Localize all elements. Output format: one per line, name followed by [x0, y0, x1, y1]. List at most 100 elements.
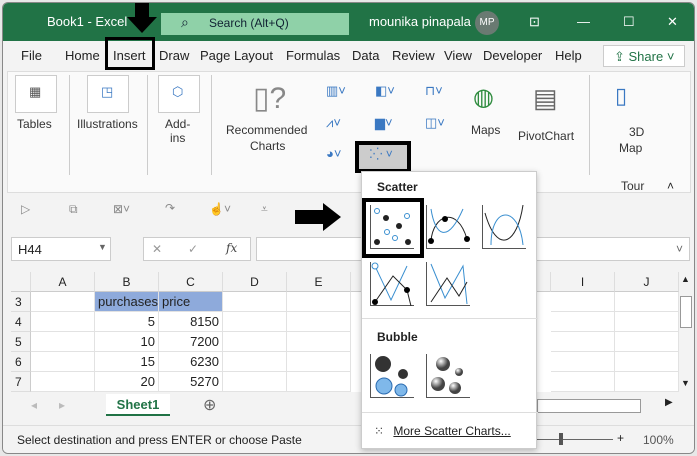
hierarchy-chart-icon[interactable]: ◧˅ [375, 83, 395, 99]
cell-c[interactable]: 7200 [159, 332, 223, 352]
cell-i[interactable] [551, 332, 615, 352]
column-header-i[interactable]: I [551, 272, 615, 292]
column-chart-icon[interactable]: ▥˅ [326, 83, 346, 99]
cell-c[interactable]: 8150 [159, 312, 223, 332]
cell-e[interactable] [287, 372, 351, 392]
tab-data[interactable]: Data [352, 48, 379, 63]
maps-label[interactable]: Maps [471, 123, 500, 137]
cell-a[interactable] [31, 372, 95, 392]
zoom-in-icon[interactable]: + [617, 431, 624, 445]
collapse-ribbon-icon[interactable]: ˄ [667, 179, 674, 193]
scatter-smooth-lines-option[interactable] [482, 204, 526, 249]
row-header[interactable]: 6 [11, 352, 31, 372]
combo-chart-icon[interactable]: ◫˅ [425, 115, 445, 131]
cell-d[interactable] [223, 332, 287, 352]
cell-b[interactable]: purchases [95, 292, 159, 312]
pie-chart-icon[interactable]: ◕˅ [326, 146, 341, 161]
customize-qat-icon[interactable]: ⩡ [261, 202, 268, 217]
pivotchart-icon[interactable]: ▤ [533, 83, 558, 114]
scroll-up-icon[interactable]: ▲ [681, 274, 690, 284]
tab-help[interactable]: Help [555, 48, 582, 63]
zoom-slider-thumb[interactable] [559, 433, 563, 445]
tables-button[interactable]: ▦ [15, 75, 57, 113]
scatter-chart-button[interactable]: ⁚⁛ ˅ [355, 141, 411, 173]
scroll-down-icon[interactable]: ▼ [681, 378, 690, 388]
tab-developer[interactable]: Developer [483, 48, 542, 63]
bubble-option[interactable] [370, 354, 414, 398]
cell-e[interactable] [287, 332, 351, 352]
picture-icon[interactable]: ⊠˅ [113, 202, 130, 216]
maximize-icon[interactable]: ☐ [623, 14, 635, 30]
row-header[interactable]: 5 [11, 332, 31, 352]
cell-j[interactable] [615, 352, 679, 372]
cell-b[interactable]: 10 [95, 332, 159, 352]
send-icon[interactable]: ▷ [21, 202, 30, 216]
3d-label[interactable]: 3D [629, 125, 644, 139]
cell-b[interactable]: 20 [95, 372, 159, 392]
insert-function-icon[interactable]: fx [226, 241, 237, 255]
column-header-c[interactable]: C [159, 272, 223, 292]
cell-d[interactable] [223, 352, 287, 372]
cell-j[interactable] [615, 372, 679, 392]
globe-icon[interactable]: ◍ [473, 83, 494, 112]
tab-page-layout[interactable]: Page Layout [200, 48, 273, 63]
ribbon-display-icon[interactable]: ⊡ [529, 14, 540, 30]
charts-label[interactable]: Charts [250, 139, 285, 153]
cell-j[interactable] [615, 292, 679, 312]
cell-i[interactable] [551, 372, 615, 392]
column-header-d[interactable]: D [223, 272, 287, 292]
vertical-scrollbar[interactable]: ▲ ▼ [679, 272, 693, 392]
spreadsheet-grid[interactable]: A B C D E I J 3 purchases price 4 5 8150 5 10 72… [11, 272, 679, 392]
illustrations-button[interactable]: ◳ [87, 75, 129, 113]
arrange-icon[interactable]: ⧉ [69, 202, 78, 217]
column-header-e[interactable]: E [287, 272, 351, 292]
scatter-straight-lines-markers-option[interactable] [370, 262, 414, 307]
name-box[interactable]: H44 ▼ [11, 237, 111, 261]
cell-a[interactable] [31, 332, 95, 352]
cell-c[interactable]: 5270 [159, 372, 223, 392]
cell-e[interactable] [287, 312, 351, 332]
cell-d[interactable] [223, 292, 287, 312]
cell-c[interactable]: price [159, 292, 223, 312]
zoom-slider[interactable] [537, 439, 613, 440]
next-sheet-icon[interactable]: ▸ [59, 398, 65, 412]
cell-d[interactable] [223, 372, 287, 392]
column-header-j[interactable]: J [615, 272, 679, 292]
scroll-thumb[interactable] [680, 296, 692, 328]
redo-icon[interactable]: ↷ [165, 201, 175, 215]
tab-file[interactable]: File [21, 48, 42, 63]
cancel-icon[interactable]: ✕ [152, 242, 162, 256]
cell-e[interactable] [287, 292, 351, 312]
enter-icon[interactable]: ✓ [188, 242, 198, 256]
touch-mode-icon[interactable]: ☝˅ [209, 202, 231, 216]
cell-b[interactable]: 15 [95, 352, 159, 372]
cell-d[interactable] [223, 312, 287, 332]
line-chart-icon[interactable]: ⩘˅ [326, 115, 341, 131]
cell-b[interactable]: 5 [95, 312, 159, 332]
pivotchart-label[interactable]: PivotChart [518, 129, 574, 143]
tab-draw[interactable]: Draw [159, 48, 189, 63]
tab-review[interactable]: Review [392, 48, 435, 63]
share-button[interactable]: ⇪ Share ˅ [603, 45, 685, 67]
zoom-level[interactable]: 100% [643, 433, 674, 447]
3d-map-icon[interactable]: ▯ [615, 83, 627, 109]
statistic-chart-icon[interactable]: ▆˅ [375, 115, 393, 131]
cell-a[interactable] [31, 312, 95, 332]
3d-bubble-option[interactable] [426, 354, 470, 398]
cell-c[interactable]: 6230 [159, 352, 223, 372]
cell-a[interactable] [31, 352, 95, 372]
cell-i[interactable] [551, 352, 615, 372]
cell-i[interactable] [551, 312, 615, 332]
scatter-markers-only-option[interactable] [370, 205, 414, 249]
recommended-label[interactable]: Recommended [226, 123, 307, 137]
prev-sheet-icon[interactable]: ◂ [31, 398, 37, 412]
cell-e[interactable] [287, 352, 351, 372]
addins-button[interactable]: ⬡ [158, 75, 200, 113]
tab-home[interactable]: Home [65, 48, 100, 63]
cell-i[interactable] [551, 292, 615, 312]
scroll-right-icon[interactable]: ▶ [665, 397, 673, 408]
cell-a[interactable] [31, 292, 95, 312]
select-all[interactable] [11, 272, 31, 292]
minimize-icon[interactable]: — [577, 14, 590, 29]
scatter-smooth-lines-markers-option[interactable] [426, 205, 470, 249]
